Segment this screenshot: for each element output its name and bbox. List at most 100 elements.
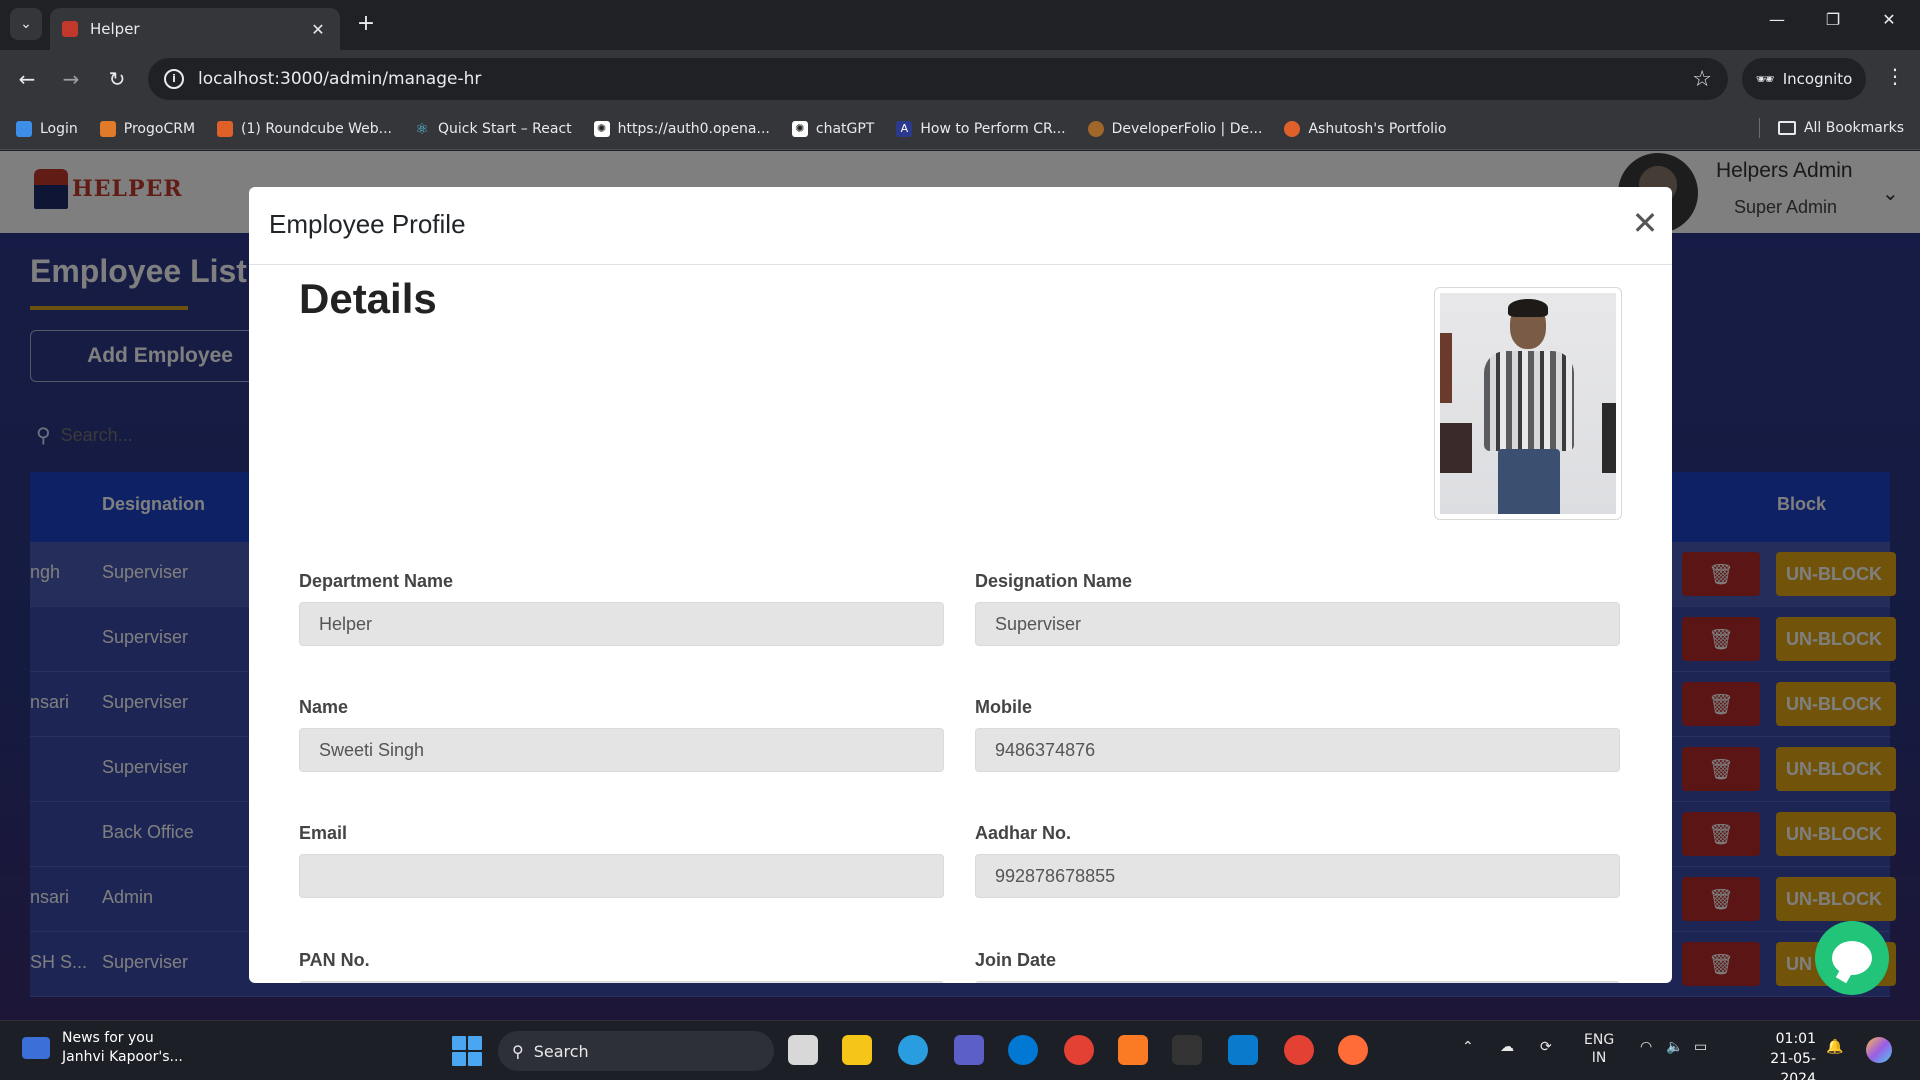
windows-start-icon[interactable]: [452, 1036, 482, 1066]
taskbar-search-label: Search: [533, 1041, 589, 1061]
incognito-icon: 🕶: [1755, 70, 1775, 88]
tab-title: Helper: [90, 20, 140, 38]
tab-search-button[interactable]: ⌄: [10, 8, 42, 40]
mobile-field[interactable]: 9486374876: [975, 728, 1620, 772]
window-close-icon[interactable]: ✕: [1874, 10, 1904, 29]
skype-icon[interactable]: [1008, 1035, 1038, 1065]
divider: [1758, 118, 1760, 138]
email-field[interactable]: [299, 854, 944, 898]
chat-widget-button[interactable]: [1815, 921, 1889, 995]
task-view-icon[interactable]: [788, 1035, 818, 1065]
tab-close-icon[interactable]: ✕: [308, 20, 328, 39]
bookmark-label: ProgoCRM: [123, 120, 196, 137]
modal-title: Employee Profile: [269, 209, 466, 239]
file-explorer-icon[interactable]: [842, 1035, 872, 1065]
tray-chevron-icon[interactable]: ⌃: [1462, 1039, 1474, 1055]
designation-label: Designation Name: [975, 571, 1133, 591]
clock-time: 01:01: [1775, 1031, 1816, 1047]
address-bar[interactable]: i localhost:3000/admin/manage-hr ☆: [148, 58, 1728, 100]
join-date-field[interactable]: [975, 981, 1620, 983]
bookmark-roundcube[interactable]: (1) Roundcube Web...: [217, 120, 393, 137]
news-title: News for you: [62, 1030, 154, 1046]
bookmark-label: (1) Roundcube Web...: [241, 120, 393, 137]
join-date-label: Join Date: [975, 950, 1057, 970]
browser-toolbar: ← → ↻ i localhost:3000/admin/manage-hr ☆…: [0, 50, 1920, 108]
employee-photo-image: [1440, 293, 1616, 514]
react-icon: ⚛: [415, 119, 429, 138]
chrome-active-icon[interactable]: [1284, 1035, 1314, 1065]
minimize-icon[interactable]: —: [1762, 10, 1792, 29]
system-clock[interactable]: 01:01 21-05-2024: [1736, 1029, 1816, 1080]
lang-primary: ENG: [1584, 1032, 1615, 1048]
avatar-icon: [1087, 120, 1104, 137]
bookmark-crud[interactable]: A How to Perform CR...: [896, 120, 1066, 137]
portfolio-icon: [1284, 120, 1301, 137]
edge-icon[interactable]: [898, 1035, 928, 1065]
incognito-label: Incognito: [1782, 70, 1853, 88]
browser-menu-icon[interactable]: ⋮: [1880, 64, 1910, 88]
restore-icon[interactable]: ❐: [1818, 10, 1848, 29]
search-icon: ⚲: [512, 1041, 524, 1061]
clock-date: 21-05-2024: [1770, 1051, 1816, 1080]
close-icon[interactable]: ✕: [1627, 205, 1663, 241]
teams-icon[interactable]: [954, 1035, 984, 1065]
bookmark-login[interactable]: Login: [16, 120, 78, 137]
wifi-icon[interactable]: ◠: [1640, 1039, 1652, 1055]
reload-icon[interactable]: ↻: [102, 64, 132, 94]
bookmark-label: How to Perform CR...: [920, 120, 1066, 137]
lang-secondary: IN: [1591, 1050, 1607, 1066]
chrome-icon[interactable]: [1064, 1035, 1094, 1065]
roundcube-icon: [217, 120, 234, 137]
bookmark-progocrm[interactable]: ProgoCRM: [99, 120, 196, 137]
battery-icon[interactable]: ▭: [1694, 1039, 1707, 1055]
vscode-icon[interactable]: [1228, 1035, 1258, 1065]
employee-profile-modal: Employee Profile ✕ Details Department Na…: [249, 187, 1672, 983]
bookmark-label: chatGPT: [815, 120, 875, 137]
news-text: News for you Janhvi Kapoor's...: [62, 1029, 183, 1067]
url-text[interactable]: localhost:3000/admin/manage-hr: [198, 69, 1692, 89]
progocrm-icon: [99, 120, 116, 137]
helper-favicon-icon: [62, 21, 78, 37]
chat-icon: [1832, 941, 1872, 975]
news-icon: [22, 1037, 50, 1059]
pan-field[interactable]: [299, 981, 944, 983]
all-bookmarks[interactable]: All Bookmarks: [1758, 118, 1904, 138]
name-field[interactable]: Sweeti Singh: [299, 728, 944, 772]
forward-arrow-icon[interactable]: →: [56, 64, 86, 94]
bookmark-auth0[interactable]: ✺ https://auth0.opena...: [593, 120, 770, 137]
angular-icon: A: [896, 120, 913, 137]
onedrive-icon[interactable]: ☁: [1500, 1039, 1514, 1055]
back-arrow-icon[interactable]: ←: [12, 64, 42, 94]
copilot-icon[interactable]: [1866, 1037, 1892, 1063]
news-widget[interactable]: News for you Janhvi Kapoor's...: [22, 1029, 183, 1067]
bookmark-label: DeveloperFolio | De...: [1111, 120, 1263, 137]
new-tab-button[interactable]: +: [352, 10, 380, 38]
name-label: Name: [299, 697, 349, 717]
aadhar-field[interactable]: 992878678855: [975, 854, 1620, 898]
bookmark-portfolio[interactable]: Ashutosh's Portfolio: [1284, 120, 1446, 137]
bookmark-star-icon[interactable]: ☆: [1692, 67, 1712, 92]
bookmarks-bar: Login ProgoCRM (1) Roundcube Web... ⚛ Qui…: [0, 108, 1920, 150]
incognito-badge[interactable]: 🕶 Incognito: [1742, 58, 1866, 100]
postman-icon[interactable]: [1338, 1035, 1368, 1065]
bookmark-label: Quick Start – React: [438, 120, 572, 137]
terminal-icon[interactable]: [1172, 1035, 1202, 1065]
email-label: Email: [299, 823, 348, 843]
taskbar-search[interactable]: ⚲ Search: [498, 1031, 774, 1071]
bookmark-chatgpt[interactable]: ✺ chatGPT: [791, 120, 875, 137]
bookmark-react[interactable]: ⚛ Quick Start – React: [414, 119, 572, 138]
login-icon: [16, 120, 32, 137]
volume-icon[interactable]: 🔈: [1666, 1039, 1683, 1055]
notification-bell-icon[interactable]: 🔔: [1826, 1039, 1843, 1055]
xampp-icon[interactable]: [1118, 1035, 1148, 1065]
openai-icon: ✺: [593, 120, 610, 137]
designation-field[interactable]: Superviser: [975, 602, 1620, 646]
department-field[interactable]: Helper: [299, 602, 944, 646]
tab-bar: ⌄ Helper ✕ + — ❐ ✕: [0, 0, 1920, 50]
language-indicator[interactable]: ENG IN: [1584, 1031, 1614, 1067]
site-info-icon[interactable]: i: [164, 69, 184, 89]
news-subtitle: Janhvi Kapoor's...: [62, 1049, 183, 1065]
sync-icon[interactable]: ⟳: [1540, 1039, 1552, 1055]
bookmark-developerfolio[interactable]: DeveloperFolio | De...: [1087, 120, 1263, 137]
browser-tab-helper[interactable]: Helper ✕: [50, 8, 340, 50]
